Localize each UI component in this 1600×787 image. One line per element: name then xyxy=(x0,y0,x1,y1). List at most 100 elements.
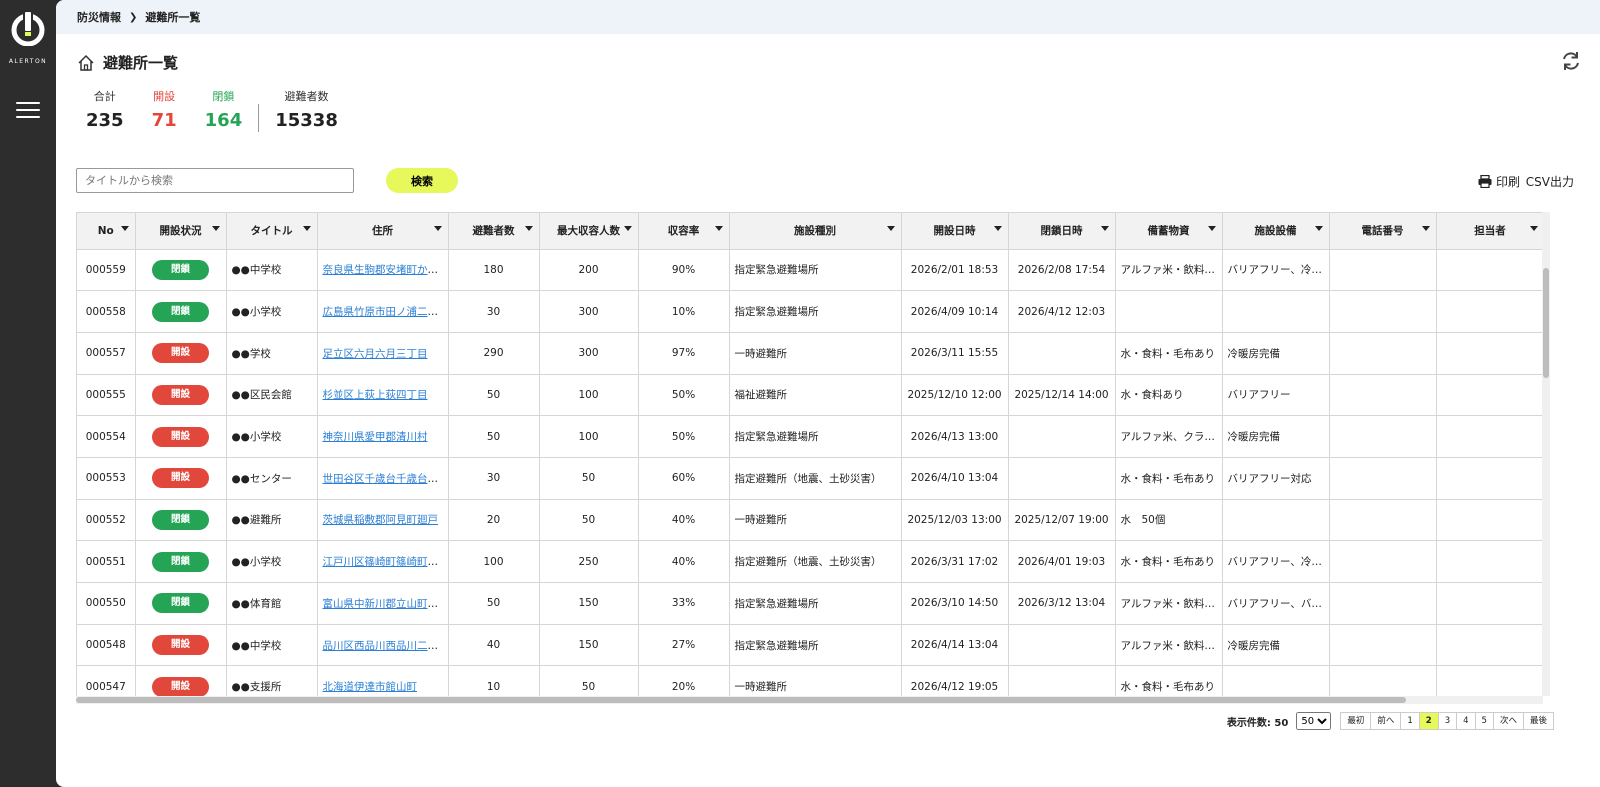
refresh-icon[interactable] xyxy=(1560,50,1582,72)
address-link[interactable]: 品川区西品川西品川二丁目 xyxy=(323,640,448,652)
sort-caret-icon[interactable] xyxy=(623,226,632,231)
address-link[interactable]: 世田谷区千歳台千歳台一… xyxy=(323,473,448,485)
cell-equipment: バリアフリー、冷暖… xyxy=(1222,249,1330,292)
cell-address[interactable]: 神奈川県愛甲郡清川村 xyxy=(317,415,449,458)
cell-title: ●●センター xyxy=(226,457,318,500)
address-link[interactable]: 足立区六月六月三丁目 xyxy=(323,348,428,360)
table-row[interactable]: 000554 開設 ●●小学校 神奈川県愛甲郡清川村 50 100 50% 指定緊急避難場所 2… xyxy=(77,415,1543,458)
column-header[interactable]: 開設状況 xyxy=(135,213,227,250)
sort-caret-icon[interactable] xyxy=(433,226,442,231)
cell-stock xyxy=(1115,290,1223,333)
last-page-button[interactable]: 最後 xyxy=(1522,712,1554,730)
stat-total: 合計 235 xyxy=(86,90,124,131)
first-page-button[interactable]: 最初 xyxy=(1340,712,1372,730)
cell-no: 000547 xyxy=(77,665,136,696)
address-link[interactable]: 北海道伊達市館山町 xyxy=(323,681,418,693)
table-row[interactable]: 000552 閉鎖 ●●避難所 茨城県稲敷郡阿見町廻戸 20 50 40% 一時避難所 2025… xyxy=(77,499,1543,542)
sort-caret-icon[interactable] xyxy=(886,226,895,231)
search-input[interactable] xyxy=(76,168,354,193)
table-row[interactable]: 000559 閉鎖 ●●中学校 奈良県生駒郡安堵町かし… 180 200 90% 指定緊急避難… xyxy=(77,249,1543,292)
cell-address[interactable]: 北海道伊達市館山町 xyxy=(317,665,449,696)
address-link[interactable]: 広島県竹原市田ノ浦二丁目 xyxy=(323,306,448,318)
cell-phone xyxy=(1329,290,1437,333)
column-header[interactable]: 避難者数 xyxy=(448,213,540,250)
print-button[interactable]: 印刷 xyxy=(1478,173,1520,190)
hamburger-menu-icon[interactable] xyxy=(16,102,40,122)
page-number-button[interactable]: 2 xyxy=(1418,712,1439,730)
next-page-button[interactable]: 次へ xyxy=(1492,712,1524,730)
status-badge: 閉鎖 xyxy=(152,259,209,280)
cell-address[interactable]: 奈良県生駒郡安堵町かし… xyxy=(317,249,449,292)
column-header[interactable]: 備蓄物資 xyxy=(1115,213,1223,250)
column-header[interactable]: 施設種別 xyxy=(729,213,902,250)
table-row[interactable]: 000553 開設 ●●センター 世田谷区千歳台千歳台一… 30 50 60% 指定避難所（地… xyxy=(77,457,1543,500)
table-row[interactable]: 000557 開設 ●●学校 足立区六月六月三丁目 290 300 97% 一時避難所 2026… xyxy=(77,332,1543,375)
breadcrumb: 防災情報 ❯ 避難所一覧 xyxy=(56,0,1600,34)
prev-page-button[interactable]: 前へ xyxy=(1370,712,1402,730)
cell-rate: 90% xyxy=(638,249,730,292)
cell-opened: 2026/4/14 13:04 xyxy=(901,624,1009,667)
cell-address[interactable]: 富山県中新川郡立山町日… xyxy=(317,582,449,625)
sort-caret-icon[interactable] xyxy=(714,226,723,231)
table-row[interactable]: 000558 閉鎖 ●●小学校 広島県竹原市田ノ浦二丁目 30 300 10% 指定緊急避難場… xyxy=(77,290,1543,333)
address-link[interactable]: 富山県中新川郡立山町日… xyxy=(323,598,448,610)
column-header[interactable]: 閉鎖日時 xyxy=(1008,213,1116,250)
cell-address[interactable]: 世田谷区千歳台千歳台一… xyxy=(317,457,449,500)
cell-type: 指定緊急避難場所 xyxy=(729,415,902,458)
sort-caret-icon[interactable] xyxy=(1314,226,1323,231)
cell-address[interactable]: 杉並区上荻上荻四丁目 xyxy=(317,374,449,417)
cell-phone xyxy=(1329,415,1437,458)
address-link[interactable]: 奈良県生駒郡安堵町かし… xyxy=(323,264,448,276)
csv-export-button[interactable]: CSV出力 xyxy=(1526,173,1574,190)
sort-caret-icon[interactable] xyxy=(524,226,533,231)
column-header[interactable]: 収容率 xyxy=(638,213,730,250)
sort-caret-icon[interactable] xyxy=(1529,226,1538,231)
table-row[interactable]: 000548 開設 ●●中学校 品川区西品川西品川二丁目 40 150 27% 指定緊急避難場… xyxy=(77,624,1543,667)
horizontal-scrollbar[interactable] xyxy=(76,696,1543,704)
cell-closed-at xyxy=(1008,415,1116,458)
address-link[interactable]: 杉並区上荻上荻四丁目 xyxy=(323,389,428,401)
column-header[interactable]: 担当者 xyxy=(1436,213,1543,250)
cell-stock: アルファ米・飲料水… xyxy=(1115,249,1223,292)
table-row[interactable]: 000551 閉鎖 ●●小学校 江戸川区篠崎町篠崎町三… 100 250 40% 指定避難所（… xyxy=(77,540,1543,583)
sort-caret-icon[interactable] xyxy=(302,226,311,231)
cell-address[interactable]: 品川区西品川西品川二丁目 xyxy=(317,624,449,667)
page-number-button[interactable]: 1 xyxy=(1400,712,1420,730)
column-header[interactable]: タイトル xyxy=(226,213,318,250)
sort-caret-icon[interactable] xyxy=(120,226,129,231)
vertical-scrollbar[interactable] xyxy=(1542,212,1550,696)
page-size-label: 表示件数: 50 xyxy=(1226,717,1289,729)
cell-rate: 40% xyxy=(638,499,730,542)
home-icon[interactable] xyxy=(77,54,95,72)
cell-address[interactable]: 江戸川区篠崎町篠崎町三… xyxy=(317,540,449,583)
sort-caret-icon[interactable] xyxy=(1100,226,1109,231)
column-header[interactable]: 開設日時 xyxy=(901,213,1009,250)
column-header[interactable]: 最大収容人数 xyxy=(539,213,639,250)
sort-caret-icon[interactable] xyxy=(211,226,220,231)
stat-evacuees: 避難者数 15338 xyxy=(275,90,338,131)
page-number-button[interactable]: 5 xyxy=(1474,712,1494,730)
column-header[interactable]: 住所 xyxy=(317,213,449,250)
table-row[interactable]: 000547 開設 ●●支援所 北海道伊達市館山町 10 50 20% 一時避難所 2026/4… xyxy=(77,665,1543,696)
search-button[interactable]: 検索 xyxy=(386,168,458,193)
table-row[interactable]: 000555 開設 ●●区民会館 杉並区上荻上荻四丁目 50 100 50% 福祉避難所 202… xyxy=(77,374,1543,417)
table-row[interactable]: 000550 閉鎖 ●●体育館 富山県中新川郡立山町日… 50 150 33% 指定緊急避難場… xyxy=(77,582,1543,625)
alerton-logo[interactable]: ALERTON xyxy=(0,10,56,70)
column-header[interactable]: 電話番号 xyxy=(1329,213,1437,250)
address-link[interactable]: 神奈川県愛甲郡清川村 xyxy=(323,431,428,443)
sort-caret-icon[interactable] xyxy=(1207,226,1216,231)
sort-caret-icon[interactable] xyxy=(1421,226,1430,231)
cell-address[interactable]: 広島県竹原市田ノ浦二丁目 xyxy=(317,290,449,333)
page-number-button[interactable]: 3 xyxy=(1437,712,1458,730)
address-link[interactable]: 江戸川区篠崎町篠崎町三… xyxy=(323,556,448,568)
page-number-button[interactable]: 4 xyxy=(1456,712,1476,730)
cell-address[interactable]: 足立区六月六月三丁目 xyxy=(317,332,449,375)
column-header[interactable]: No xyxy=(77,213,136,250)
page-size-select[interactable]: 50 xyxy=(1296,712,1332,730)
status-badge: 開設 xyxy=(152,635,209,656)
sort-caret-icon[interactable] xyxy=(993,226,1002,231)
cell-address[interactable]: 茨城県稲敷郡阿見町廻戸 xyxy=(317,499,449,542)
breadcrumb-parent[interactable]: 防災情報 xyxy=(77,9,121,25)
column-header[interactable]: 施設設備 xyxy=(1222,213,1330,250)
address-link[interactable]: 茨城県稲敷郡阿見町廻戸 xyxy=(323,514,439,526)
